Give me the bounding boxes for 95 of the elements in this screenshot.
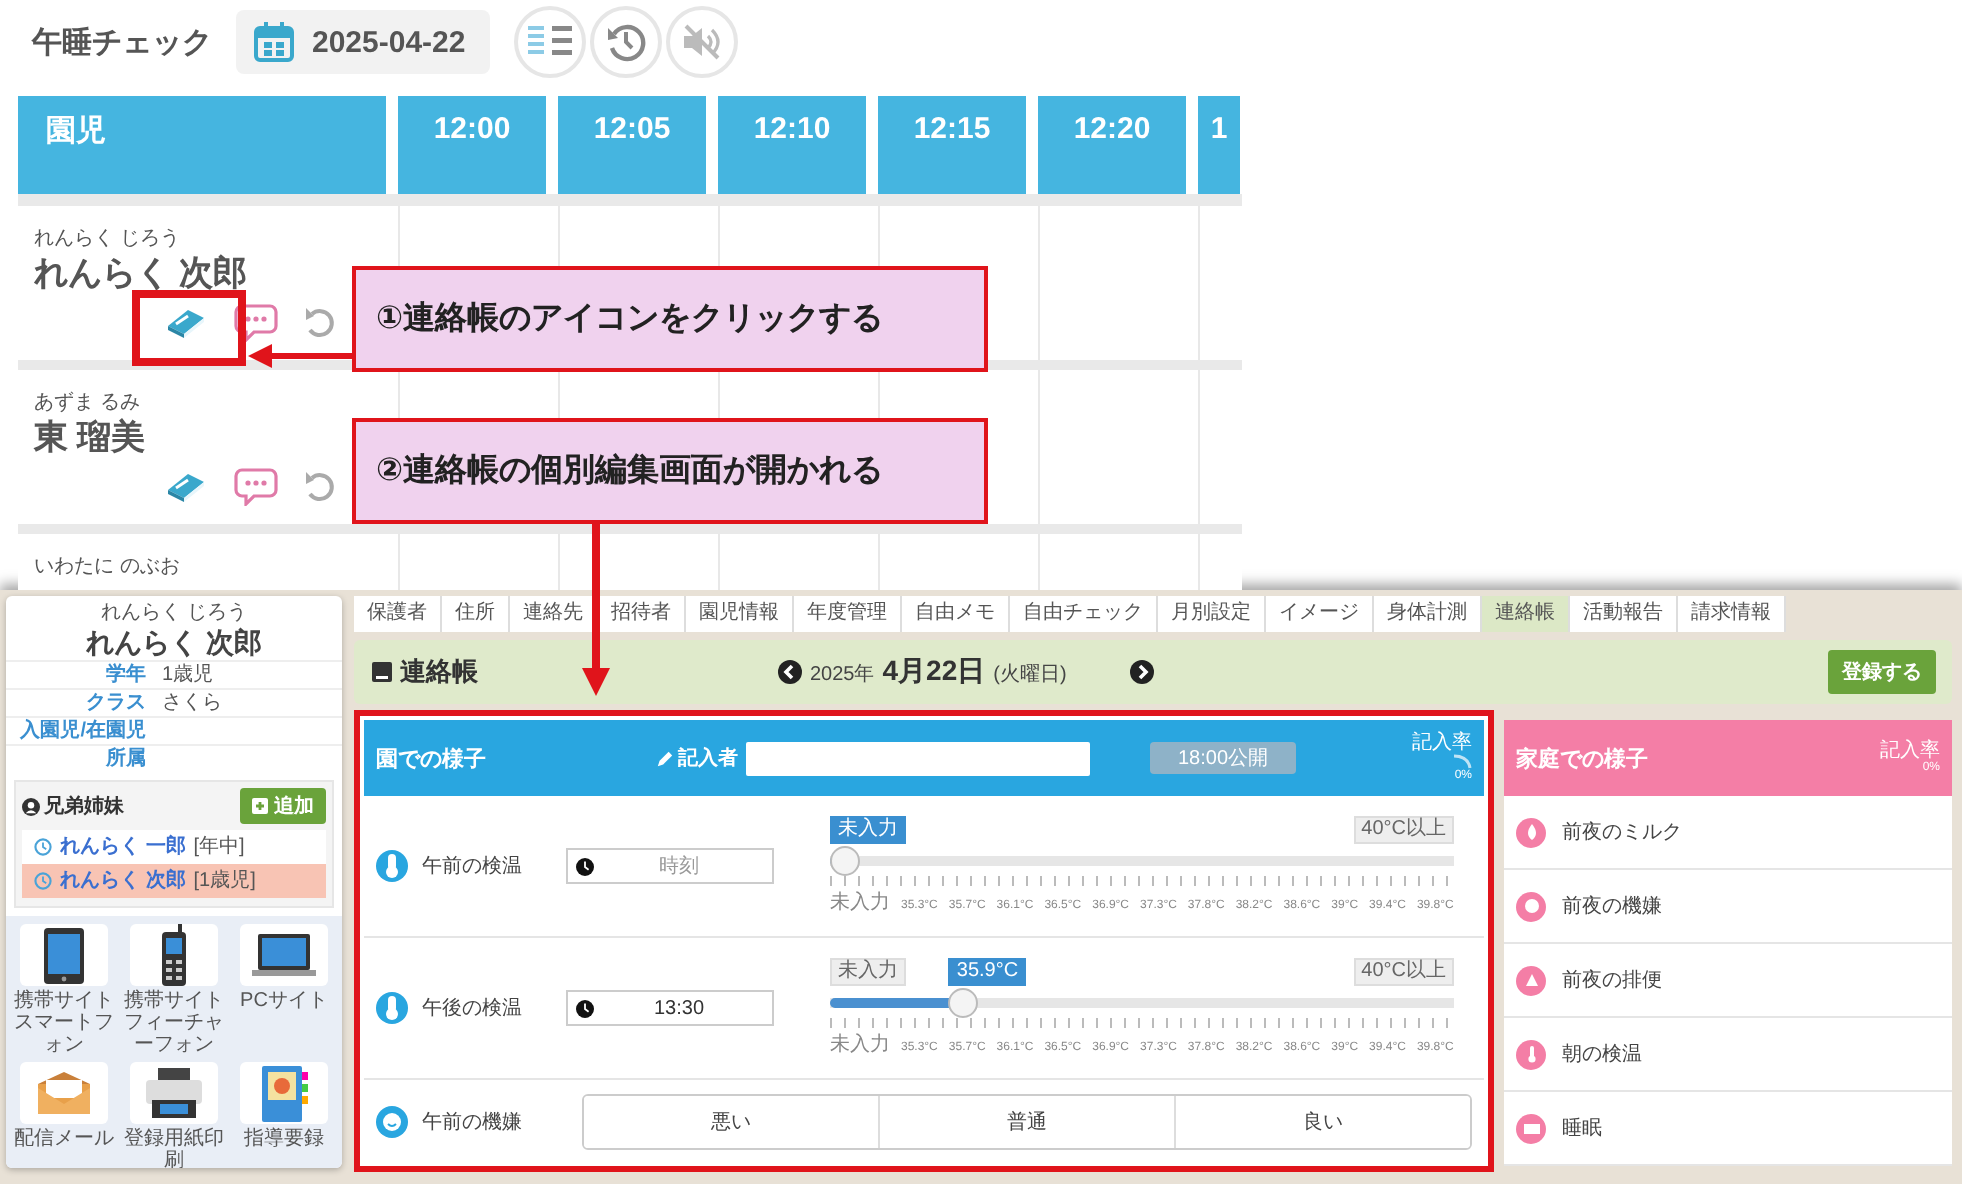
field-label: 入園児/在園児 [18,718,148,744]
pencil-icon [656,749,674,767]
link-label[interactable]: PCサイト [240,990,328,1012]
link-label[interactable]: 携帯サイトスマートフォン [12,990,116,1056]
column-header: 園児 [18,96,386,194]
smiley-icon [376,1105,408,1137]
callout: ②連絡帳の個別編集画面が開かれる [352,418,988,524]
page-title: 午睡チェック [32,23,212,61]
name-reading: れんらく じろう [34,226,180,252]
link-label[interactable]: 指導要録 [244,1128,324,1150]
writer-field[interactable] [746,741,1090,775]
min-label: 未入力 [830,958,906,986]
clock-icon [34,872,52,890]
row-label: 午前の機嫌 [422,1109,524,1135]
link-label[interactable]: 携帯サイトフィーチャーフォン [122,990,226,1056]
arrow [248,344,356,368]
value-badge: 未入力 [830,816,906,844]
max-label: 40°C以上 [1353,816,1454,844]
mute-button[interactable] [665,6,738,78]
home-item[interactable]: 前夜の排便 [1504,944,1952,1018]
column-header: 12:05 [558,96,706,194]
value-badge: 35.9°C [948,958,1027,986]
undo-icon[interactable] [304,302,336,342]
history-button[interactable] [589,6,662,78]
field-label: 学年 [104,662,148,688]
column-header: 1 [1198,96,1240,194]
list-icon [527,26,572,58]
drop-icon [1516,817,1546,847]
field-value: 1歳児 [162,662,214,688]
mood-option[interactable]: 悪い [584,1095,880,1147]
date-picker[interactable]: 2025-04-22 [236,10,490,74]
smartphone-icon[interactable] [20,924,108,986]
home-item[interactable]: 睡眠 [1504,1092,1952,1166]
publish-badge: 18:00公開 [1150,742,1297,774]
next-button[interactable] [1130,660,1155,684]
tick-label: 未入力 [830,889,890,916]
laptop-icon[interactable] [240,924,328,986]
person-icon [22,797,40,815]
progress-arc-icon [1452,754,1472,770]
max-label: 40°C以上 [1353,958,1454,986]
column-header: 12:20 [1038,96,1186,194]
sibling-item[interactable]: れんらく 次郎 [1歳児] [22,864,326,898]
callout: ①連絡帳のアイコンをクリックする [352,266,988,372]
rate-label: 記入率 [1880,740,1940,762]
name-reading: いわたに のぶお [34,554,180,580]
slider-thumb[interactable] [948,988,979,1018]
column-header: 12:00 [398,96,546,194]
writer-label: 記入者 [678,745,738,772]
section-title: 兄弟姉妹 [44,793,124,820]
home-item[interactable]: 前夜のミルク [1504,796,1952,870]
feature-phone-icon[interactable] [130,924,218,986]
weekday-label: (火曜日) [993,661,1067,688]
section-title: 連絡帳 [400,654,478,690]
home-item[interactable]: 前夜の機嫌 [1504,870,1952,944]
field-value: さくら [162,690,222,716]
calendar-icon [252,20,296,64]
column-header: 12:15 [878,96,1026,194]
child-name: れんらく 次郎 [34,252,248,294]
date-label: 4月22日 [882,654,986,690]
history-icon [605,22,646,62]
row-label: 午前の検温 [422,853,524,880]
plus-icon [252,798,268,814]
previous-button[interactable] [778,660,802,684]
tab[interactable]: 連絡帳 [1482,596,1570,632]
name-reading: れんらく じろう [99,602,249,626]
envelope-icon[interactable] [20,1062,108,1124]
rate-label: 記入率 [1412,732,1472,754]
row-label: 午後の検温 [422,995,524,1022]
sibling-item[interactable]: れんらく 一郎 [年中] [22,830,326,864]
list-view-button[interactable] [513,6,586,78]
field-label: 所属 [104,746,148,772]
notebook-icon[interactable] [240,1062,328,1124]
undo-icon[interactable] [304,466,336,506]
clock-icon [34,838,52,856]
tick-label: 未入力 [830,1031,890,1058]
book-icon [370,660,394,684]
thermometer-icon [376,850,408,882]
name-reading: あずま るみ [34,390,140,416]
link-label[interactable]: 配信メール [14,1128,114,1150]
mute-icon [679,22,724,62]
clock-icon [576,857,594,875]
child-name: 東 瑠美 [34,416,146,458]
year-label: 2025年 [810,662,875,688]
slider-thumb[interactable] [830,846,860,876]
thermometer-icon [376,992,408,1024]
column-header: 12:10 [718,96,866,194]
home-item[interactable]: 朝の検温 [1504,1018,1952,1092]
time-field[interactable]: 13:30 [566,990,774,1026]
printer-icon[interactable] [130,1062,218,1124]
child-name: れんらく 次郎 [84,626,264,660]
thermometer-icon [1516,1039,1546,1069]
chat-icon[interactable] [234,466,278,506]
field-label: クラス [84,690,148,716]
highlight-frame [132,290,246,366]
clock-icon [576,999,594,1017]
